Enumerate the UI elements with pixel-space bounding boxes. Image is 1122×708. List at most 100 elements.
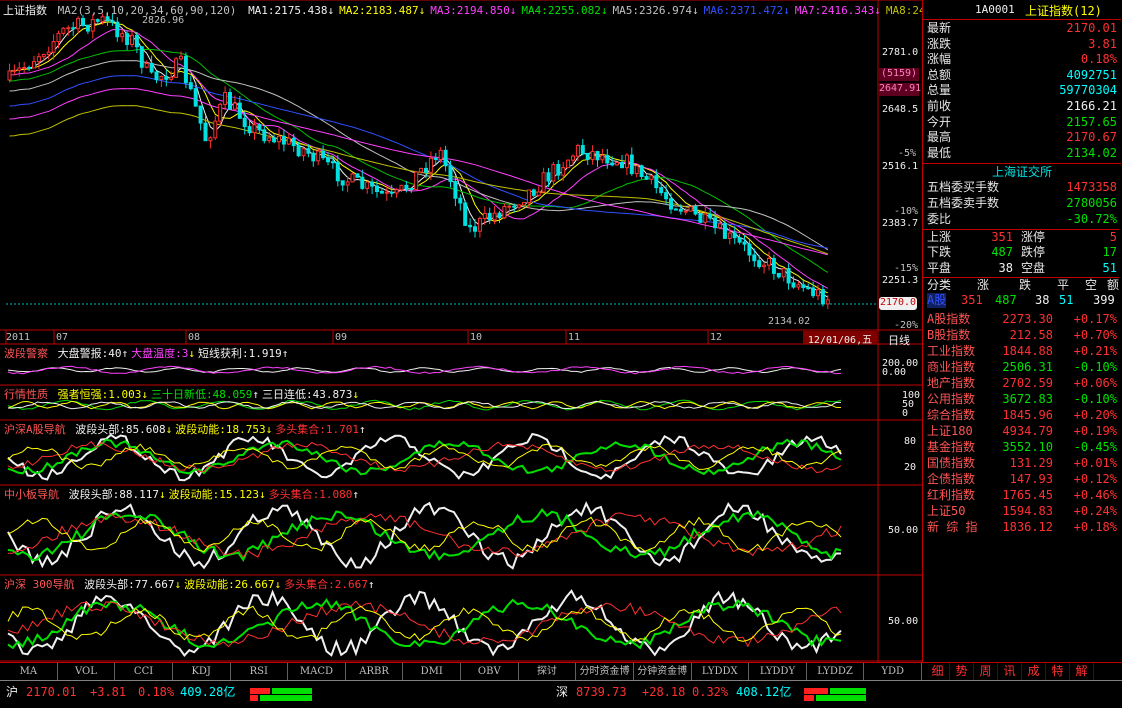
tab-lyddx[interactable]: LYDDX	[692, 663, 750, 680]
candle-body	[41, 54, 46, 58]
candle-body	[71, 27, 76, 30]
indicator-arrow: ↓	[265, 423, 273, 436]
quote-value: 2170.67	[1066, 130, 1117, 145]
breadth-key: 空盘	[1021, 261, 1046, 275]
candle-body	[144, 63, 149, 68]
index-row[interactable]: 基金指数 3552.10 -0.45%	[923, 439, 1119, 455]
index-change: +0.12%	[1073, 472, 1117, 486]
tab-arbr[interactable]: ARBR	[346, 663, 404, 680]
quote-tab[interactable]: 讯	[998, 663, 1022, 680]
index-row[interactable]: 新 综 指 1836.12 +0.18%	[923, 519, 1119, 535]
candle-body	[752, 254, 757, 262]
candle-body	[46, 51, 51, 56]
month-label: 07	[56, 332, 69, 343]
candle-body	[237, 102, 242, 119]
candle-body	[546, 172, 551, 182]
ma-arrow: ↓	[509, 4, 517, 17]
indicator-arrow: ↓	[141, 388, 148, 401]
tab-vol[interactable]: VOL	[58, 663, 116, 680]
panel-title-hs300: 沪深 300导航 波段头部:77.667↓ 波段动能:26.667↓ 多头集合:2.…	[4, 578, 375, 591]
candle-body	[316, 150, 321, 162]
quote-tab[interactable]: 周	[974, 663, 998, 680]
index-row[interactable]: 工业指数 1844.88 +0.21%	[923, 343, 1119, 359]
security-code: 1A0001	[975, 3, 1015, 16]
kline-title: 上证指数	[3, 4, 47, 17]
candle-body	[620, 161, 624, 169]
indicator-line	[7, 501, 841, 570]
candle-body	[492, 212, 497, 221]
index-row[interactable]: 商业指数 2506.31 -0.10%	[923, 359, 1119, 375]
tab-obv[interactable]: OBV	[461, 663, 519, 680]
quote-key: 总量	[927, 83, 952, 98]
kline-chart[interactable]	[0, 0, 922, 662]
index-row[interactable]: 综合指数 1845.96 +0.20%	[923, 407, 1119, 423]
index-row[interactable]: 企债指数 147.93 +0.12%	[923, 471, 1119, 487]
breadth-key: 上涨	[927, 230, 952, 244]
index-row[interactable]: 上证50 1594.83 +0.24%	[923, 503, 1119, 519]
index-name: 公用指数	[927, 392, 976, 406]
indicator-value: 波段头部:85.608	[75, 423, 166, 436]
category-row[interactable]: A股 351 487 38 51 399	[923, 293, 1119, 309]
tab-分钟资金博[interactable]: 分钟资金博	[634, 663, 692, 680]
index-change: +0.01%	[1073, 456, 1117, 470]
sz-change: +28.18	[642, 685, 686, 699]
indicator-arrow: ↑	[121, 347, 129, 360]
tab-cci[interactable]: CCI	[115, 663, 173, 680]
tab-分时资金博[interactable]: 分时资金博	[576, 663, 634, 680]
index-price: 3552.10	[1002, 440, 1053, 454]
candle-body	[590, 151, 595, 160]
breadth-value: 38	[998, 261, 1013, 275]
index-name: 基金指数	[927, 440, 976, 454]
indicator-arrow: ↑	[252, 388, 259, 401]
tab-ma[interactable]: MA	[0, 663, 58, 680]
quote-tab[interactable]: 解	[1070, 663, 1094, 680]
period-label[interactable]: 日线	[888, 332, 910, 348]
ma-line	[9, 48, 829, 273]
candle-body	[458, 197, 463, 204]
category-header-cell: 分类	[927, 278, 952, 292]
candle-body	[742, 241, 747, 245]
index-price: 1836.12	[1002, 520, 1053, 534]
indicator-lines	[7, 365, 842, 657]
osc-y-label: 50.00	[888, 525, 919, 536]
index-row[interactable]: 国债指数 131.29 +0.01%	[923, 455, 1119, 471]
tab-lyddz[interactable]: LYDDZ	[807, 663, 865, 680]
index-row[interactable]: 上证180 4934.79 +0.19%	[923, 423, 1119, 439]
quote-tab[interactable]: 势	[950, 663, 974, 680]
index-row[interactable]: B股指数 212.58 +0.70%	[923, 327, 1119, 343]
tab-ydd[interactable]: YDD	[864, 663, 922, 680]
indicator-value: 强者恒强:1.003	[57, 388, 142, 401]
tab-macd[interactable]: MACD	[288, 663, 346, 680]
tab-探讨[interactable]: 探讨	[519, 663, 577, 680]
tab-kdj[interactable]: KDJ	[173, 663, 231, 680]
quote-tab[interactable]: 细	[926, 663, 950, 680]
quote-key: 最高	[927, 130, 952, 145]
index-change: +0.46%	[1073, 488, 1117, 502]
sh-price: 2170.01	[26, 685, 77, 699]
index-row[interactable]: 公用指数 3672.83 -0.10%	[923, 391, 1119, 407]
indicator-value: 波段动能:15.123	[168, 488, 259, 501]
index-row[interactable]: 地产指数 2702.59 +0.06%	[923, 375, 1119, 391]
candle-body	[512, 205, 517, 208]
quote-tab[interactable]: 特	[1046, 663, 1070, 680]
tab-lyddy[interactable]: LYDDY	[749, 663, 807, 680]
index-name: B股指数	[927, 328, 971, 342]
quote-value: 2157.65	[1066, 114, 1117, 129]
quote-tab[interactable]: 成	[1022, 663, 1046, 680]
candle-body	[634, 165, 639, 175]
index-row[interactable]: 红利指数 1765.45 +0.46%	[923, 487, 1119, 503]
tab-dmi[interactable]: DMI	[403, 663, 461, 680]
tab-rsi[interactable]: RSI	[231, 663, 289, 680]
candle-body	[159, 75, 164, 81]
candle-body	[727, 232, 732, 239]
indicator-arrow: ↑	[358, 423, 366, 436]
candle-body	[335, 161, 340, 182]
index-change: +0.19%	[1073, 424, 1117, 438]
index-row[interactable]: A股指数 2273.30 +0.17%	[923, 311, 1119, 327]
sz-price: 8739.73	[576, 685, 627, 699]
candle-body	[649, 175, 654, 180]
chart-area[interactable]: 上证指数 MA2(3,5,10,20,34,60,90,120) MA1:217…	[0, 0, 965, 662]
candle-body	[732, 232, 737, 239]
y-label: 2781.0	[882, 47, 919, 58]
candle-body	[272, 137, 277, 143]
